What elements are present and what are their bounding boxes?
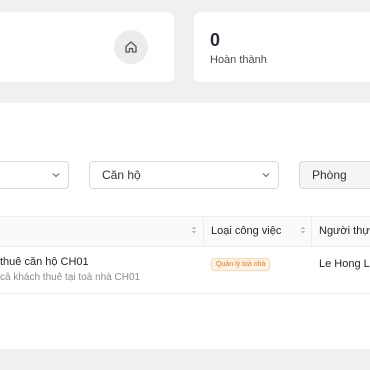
table-header [0,216,370,247]
column-header-task-type[interactable]: Loại công việc [211,225,281,237]
sort-icon[interactable] [190,224,198,236]
completed-label: Hoàn thành [210,54,267,66]
column-header-assignee[interactable]: Người thực hiện [319,225,370,237]
room-select-label: Phòng [312,168,347,182]
app-screen: 0 Hoàn thành Căn hộ Phòng Loại công việc… [0,0,370,370]
task-title[interactable]: thuê căn hộ CH01 [0,256,89,268]
chevron-down-icon [262,173,270,178]
room-select[interactable]: Phòng [299,161,370,189]
completed-count: 0 [210,30,221,50]
task-type-tag: Quản lý toà nhà [211,258,271,271]
apartment-select[interactable]: Căn hộ [89,161,279,189]
stat-card-completed: 0 Hoàn thành [194,12,370,82]
chevron-down-icon [52,173,60,178]
task-description: cả khách thuê tại toà nhà CH01 [0,272,141,283]
apartment-select-label: Căn hộ [102,168,141,182]
filter-select-first[interactable] [0,161,69,189]
table-row[interactable] [0,247,370,294]
sort-icon[interactable] [299,224,307,236]
home-icon-badge [114,30,148,64]
assignee-name: Le Hong Li [319,258,370,270]
stat-card-home [0,12,174,82]
home-icon [125,41,137,53]
